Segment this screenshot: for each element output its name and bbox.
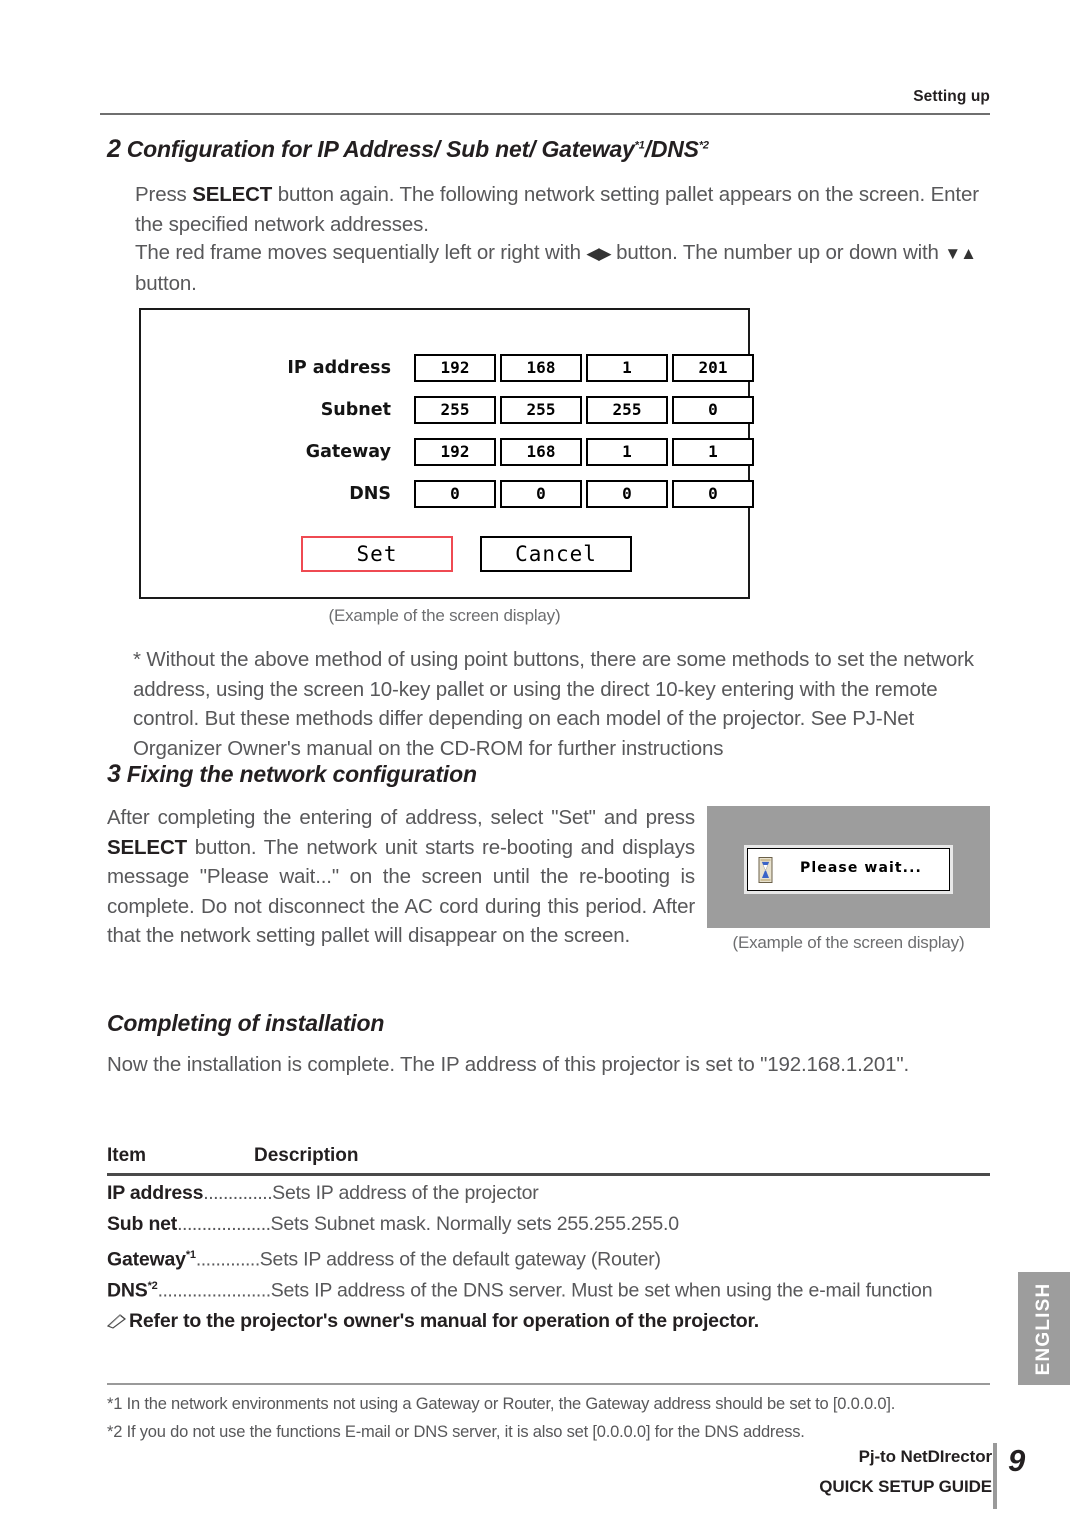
row-desc-2: Sets IP address of the default gateway (… xyxy=(259,1248,661,1271)
section-2-sup2: *2 xyxy=(698,139,709,152)
please-wait-caption: (Example of the screen display) xyxy=(732,933,965,952)
section-2-paragraph-1: Press SELECT button again. The following… xyxy=(135,180,997,239)
page-header: Setting up xyxy=(100,88,990,106)
row-sup-3: *2 xyxy=(147,1280,158,1292)
completing-paragraph: Now the installation is complete. The IP… xyxy=(107,1053,910,1076)
hourglass-icon xyxy=(758,857,773,883)
para-text-a: Press xyxy=(135,183,193,206)
table-row: IP address..............Sets IP address … xyxy=(107,1180,539,1206)
row-dots-2: ............. xyxy=(195,1248,260,1271)
row-dots-3: ....................... xyxy=(157,1279,272,1302)
footnote-divider xyxy=(107,1383,990,1385)
section-2-title-mid: /DNS xyxy=(644,136,699,162)
table-header-description: Description xyxy=(254,1145,359,1166)
ip-octet-3[interactable]: 1 xyxy=(586,354,668,382)
row-dots-0: .............. xyxy=(203,1182,273,1204)
row-desc-0: Sets IP address of the projector xyxy=(272,1182,539,1204)
gateway-octet-1[interactable]: 192 xyxy=(414,438,496,466)
select-keyword: SELECT xyxy=(192,183,273,206)
row-desc-3: Sets IP address of the DNS server. Must … xyxy=(270,1279,933,1302)
ip-octet-2[interactable]: 168 xyxy=(500,354,582,382)
dns-octet-2[interactable]: 0 xyxy=(500,480,582,508)
pallet-label-dns: DNS xyxy=(349,484,391,504)
row-item-sub-net: Sub net xyxy=(107,1213,178,1235)
pallet-row-gateway: Gateway 192 168 1 1 xyxy=(141,438,754,466)
row-desc-1: Sets Subnet mask. Normally sets 255.255.… xyxy=(270,1213,680,1235)
section-2-sup1: *1 xyxy=(634,139,645,152)
left-right-arrow-icon: ◀▶ xyxy=(586,244,611,263)
completing-heading: Completing of installation xyxy=(107,1010,385,1036)
row-item-gateway: Gateway xyxy=(107,1248,186,1271)
pallet-caption: (Example of the screen display) xyxy=(328,606,561,625)
please-wait-dialog: Please wait... xyxy=(747,848,950,891)
section3-text-b: button. The network unit starts re-booti… xyxy=(107,835,695,948)
language-tab-label: ENGLISH xyxy=(1033,1282,1054,1375)
dns-octet-1[interactable]: 0 xyxy=(414,480,496,508)
dns-octet-4[interactable]: 0 xyxy=(672,480,754,508)
refer-note: Refer to the projector's owner's manual … xyxy=(106,1310,759,1335)
para2-text-a: The red frame moves sequentially left or… xyxy=(135,241,587,264)
language-tab-english: ENGLISH xyxy=(1018,1272,1070,1385)
footer-brand-divider xyxy=(993,1443,997,1509)
pallet-row-ip-address: IP address 192 168 1 201 xyxy=(141,354,754,382)
section-2-heading: 2 Configuration for IP Address/ Sub net/ … xyxy=(107,135,709,164)
dns-octet-3[interactable]: 0 xyxy=(586,480,668,508)
subnet-octet-4[interactable]: 0 xyxy=(672,396,754,424)
pallet-label-gateway: Gateway xyxy=(305,442,391,462)
select-keyword-2: SELECT xyxy=(107,835,187,859)
table-row: Gateway*1.............Sets IP address of… xyxy=(107,1242,661,1273)
section-3-paragraph: After completing the entering of address… xyxy=(107,803,695,951)
table-header-item: Item xyxy=(107,1145,147,1166)
row-item-dns: DNS xyxy=(107,1279,148,1302)
gateway-octet-4[interactable]: 1 xyxy=(672,438,754,466)
please-wait-screen: Please wait... xyxy=(707,806,990,928)
row-sup-2: *1 xyxy=(185,1249,196,1261)
row-item-ip-address: IP address xyxy=(107,1182,204,1204)
footer-brand-line-1: Pj-to NetDIrector xyxy=(858,1447,992,1466)
down-up-arrow-icon: ▼▲ xyxy=(944,244,977,263)
pallet-label-ip-address: IP address xyxy=(287,358,391,378)
section-2-title: Configuration for IP Address/ Sub net/ G… xyxy=(126,136,635,162)
section-3-number: 3 xyxy=(107,760,121,788)
network-setting-pallet: IP address 192 168 1 201 Subnet 255 255 … xyxy=(139,308,754,599)
header-title: Setting up xyxy=(913,88,990,105)
page-number: 9 xyxy=(1008,1443,1026,1478)
table-row: Sub net...................Sets Subnet ma… xyxy=(107,1211,679,1237)
subnet-octet-1[interactable]: 255 xyxy=(414,396,496,424)
section-2-paragraph-2: The red frame moves sequentially left or… xyxy=(135,238,997,298)
gateway-octet-3[interactable]: 1 xyxy=(586,438,668,466)
row-dots-1: ................... xyxy=(177,1213,271,1235)
section3-text-a: After completing the entering of address… xyxy=(107,806,695,829)
ip-octet-4[interactable]: 201 xyxy=(672,354,754,382)
table-row: DNS*2.......................Sets IP addr… xyxy=(107,1273,933,1304)
pallet-label-subnet: Subnet xyxy=(320,400,391,420)
gateway-octet-2[interactable]: 168 xyxy=(500,438,582,466)
para2-text-b: button. The number up or down with xyxy=(610,241,945,264)
document-page: Setting up 2 Configuration for IP Address… xyxy=(0,0,1080,1527)
section-3-title: Fixing the network configuration xyxy=(126,761,477,787)
cancel-button[interactable]: Cancel xyxy=(480,536,632,572)
section-2-number: 2 xyxy=(107,135,121,163)
ip-octet-1[interactable]: 192 xyxy=(414,354,496,382)
header-divider xyxy=(100,113,990,115)
table-header-divider xyxy=(107,1173,990,1176)
pallet-row-subnet: Subnet 255 255 255 0 xyxy=(141,396,754,424)
footnote-1: *1 In the network environments not using… xyxy=(107,1395,896,1413)
set-button[interactable]: Set xyxy=(301,536,453,572)
pencil-note-icon xyxy=(106,1312,129,1335)
refer-note-text: Refer to the projector's owner's manual … xyxy=(129,1310,759,1332)
subnet-octet-3[interactable]: 255 xyxy=(586,396,668,424)
subnet-octet-2[interactable]: 255 xyxy=(500,396,582,424)
footnote-2: *2 If you do not use the functions E-mai… xyxy=(107,1423,805,1441)
para2-text-c: button. xyxy=(135,271,197,295)
pallet-row-dns: DNS 0 0 0 0 xyxy=(141,480,754,508)
point-buttons-note: * Without the above method of using poin… xyxy=(133,648,974,760)
section-3-heading: 3 Fixing the network configuration xyxy=(107,760,477,789)
footer-brand-line-2: QUICK SETUP GUIDE xyxy=(819,1477,992,1496)
please-wait-message: Please wait... xyxy=(800,860,922,876)
